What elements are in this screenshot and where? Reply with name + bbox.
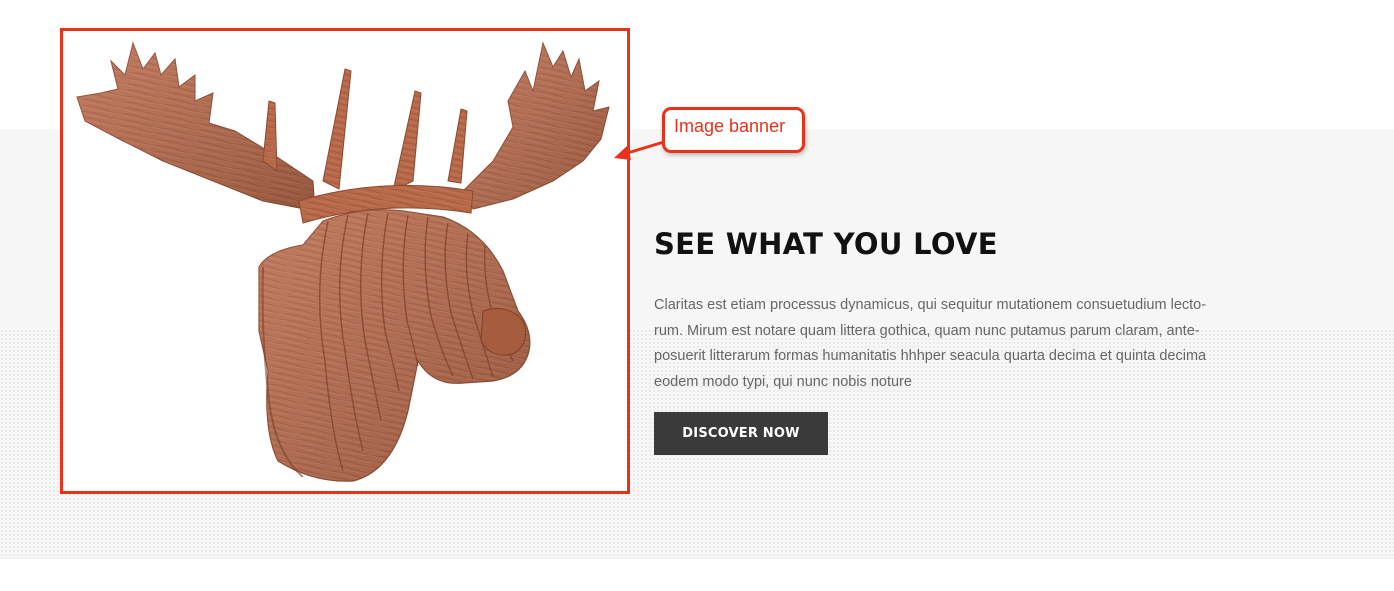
image-banner[interactable] (60, 28, 630, 494)
annotation-label: Image banner (674, 116, 786, 136)
moose-head-image (76, 41, 610, 482)
banner-description: Claritas est etiam processus dynamicus, … (654, 297, 1207, 390)
discover-now-button[interactable]: DISCOVER NOW (654, 412, 828, 455)
banner-content: SEE WHAT YOU LOVE Claritas est etiam pro… (654, 226, 1224, 395)
banner-heading: SEE WHAT YOU LOVE (654, 227, 998, 261)
callout-arrow-icon (614, 140, 665, 160)
annotation-callout: Image banner (662, 107, 805, 153)
page: Image banner SEE WHAT YOU LOVE Claritas … (0, 0, 1394, 591)
